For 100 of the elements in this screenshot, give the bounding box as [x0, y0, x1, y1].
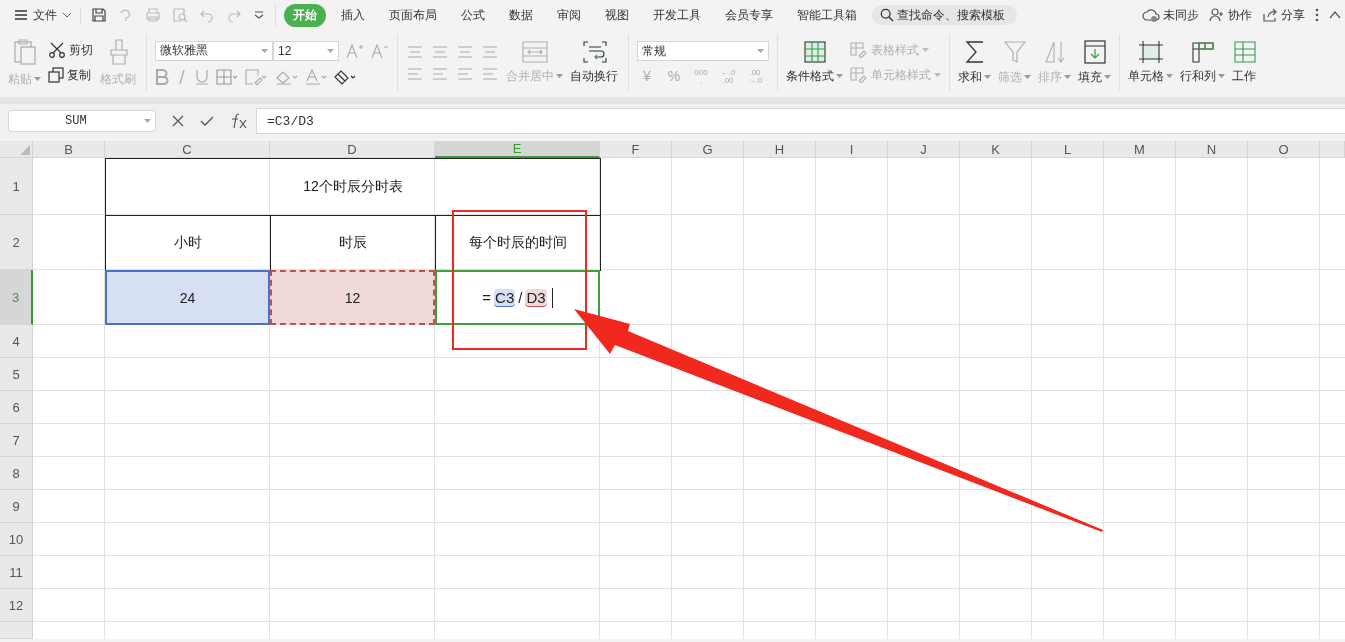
row-header[interactable]: 10 [0, 523, 33, 556]
brush-icon [108, 37, 130, 66]
tool-button[interactable]: 求和 [958, 39, 991, 86]
column-header[interactable]: I [816, 141, 888, 158]
align-icon[interactable] [456, 66, 474, 81]
ribbon-tab[interactable]: 会员专享 [716, 3, 782, 27]
italic-icon[interactable] [176, 68, 188, 85]
align-icon[interactable] [481, 66, 499, 81]
bold-icon[interactable] [155, 68, 169, 85]
select-all-corner[interactable] [0, 141, 33, 158]
conditional-format-button[interactable]: 条件格式 [786, 40, 843, 85]
row-header[interactable]: 6 [0, 391, 33, 424]
row-header[interactable]: 8 [0, 457, 33, 490]
align-icon[interactable] [431, 66, 449, 81]
spreadsheet-grid[interactable]: B C D E F G H I J K L M N O 1 2 3 4 5 6 7 8 9 10 11 12 12个时辰分时表 小时 时辰 每个时辰的时间 24 12 = C3 / D3 [0, 141, 1345, 639]
ribbon-tab[interactable]: 公式 [452, 3, 494, 27]
font-size-field[interactable]: 12 [273, 40, 339, 61]
table-cell[interactable]: 12 [270, 270, 435, 325]
column-header[interactable]: N [1176, 141, 1248, 158]
column-header[interactable]: K [960, 141, 1032, 158]
caret-icon [1166, 74, 1173, 78]
name-box[interactable]: SUM [8, 110, 156, 132]
increase-font-icon[interactable] [346, 42, 364, 59]
row-header[interactable]: 11 [0, 556, 33, 589]
column-header[interactable]: O [1248, 141, 1320, 158]
search-field[interactable]: 查找命令、搜索模板 [872, 5, 1017, 25]
ribbon-tab[interactable]: 数据 [500, 3, 542, 27]
column-header[interactable]: L [1032, 141, 1104, 158]
save-icon[interactable] [91, 7, 107, 23]
cloud-icon [1142, 8, 1160, 22]
triangle-icon [20, 145, 30, 155]
row-header[interactable]: 12 [0, 589, 33, 622]
wrap-text-button[interactable]: 自动换行 [570, 40, 620, 85]
cells-button[interactable]: 单元格 [1128, 40, 1173, 85]
align-icon[interactable] [431, 44, 449, 59]
row-header[interactable]: 1 [0, 158, 33, 215]
align-icon[interactable] [481, 44, 499, 59]
eraser-icon[interactable] [334, 68, 356, 85]
caret-icon [934, 73, 941, 77]
cancel-icon[interactable] [172, 115, 184, 127]
file-menu[interactable]: 文件 [14, 6, 81, 24]
cells-button[interactable]: 工作 [1232, 40, 1258, 85]
row-header[interactable]: 5 [0, 358, 33, 391]
column-header[interactable]: G [672, 141, 744, 158]
decrease-font-icon[interactable] [371, 42, 389, 59]
column-header[interactable]: H [744, 141, 816, 158]
align-icon[interactable] [456, 44, 474, 59]
table-cell[interactable]: 24 [105, 270, 270, 325]
header-action[interactable]: 协作 [1209, 6, 1252, 24]
font-family-field[interactable]: 微软雅黑 [155, 40, 273, 61]
copy-button[interactable]: 复制 [48, 66, 93, 84]
row-header[interactable] [0, 622, 33, 639]
column-header[interactable]: C [105, 141, 270, 158]
column-header[interactable]: B [33, 141, 105, 158]
ribbon-tab[interactable]: 插入 [332, 3, 374, 27]
table-brush-icon [850, 42, 868, 58]
confirm-icon[interactable] [200, 115, 214, 127]
cut-button[interactable]: 剪切 [48, 41, 93, 59]
font-size-value: 12 [278, 43, 292, 58]
worksheet-icon [1233, 40, 1257, 63]
ribbon-tab[interactable]: 审阅 [548, 3, 590, 27]
tool-button[interactable]: 填充 [1078, 39, 1111, 86]
caret-icon [1024, 75, 1031, 79]
ribbon-tab[interactable]: 开发工具 [644, 3, 710, 27]
header-action[interactable]: 未同步 [1142, 6, 1199, 24]
more-icon[interactable] [1315, 8, 1319, 22]
function-icon[interactable] [230, 113, 248, 129]
ribbon-tab[interactable]: 视图 [596, 3, 638, 27]
column-header[interactable]: M [1104, 141, 1176, 158]
align-icon[interactable] [406, 44, 424, 59]
row-header[interactable]: 4 [0, 325, 33, 358]
underline-icon[interactable] [195, 68, 209, 85]
filter-icon [1003, 39, 1026, 64]
name-box-value: SUM [65, 114, 87, 128]
fill-down-icon [1083, 39, 1106, 64]
row-header[interactable]: 7 [0, 424, 33, 457]
column-header[interactable]: D [270, 141, 435, 158]
cells-button[interactable]: 行和列 [1180, 40, 1225, 85]
ribbon-tab[interactable]: 智能工具箱 [788, 3, 866, 27]
column-header[interactable]: F [600, 141, 672, 158]
chevron-icon [62, 12, 72, 18]
ribbon-tab[interactable]: 页面布局 [380, 3, 446, 27]
table-title: 12个时辰分时表 [105, 158, 601, 216]
row-header[interactable]: 9 [0, 490, 33, 523]
column-header[interactable]: J [888, 141, 960, 158]
caret-icon [34, 77, 41, 81]
row-header[interactable]: 2 [0, 215, 33, 270]
column-header[interactable] [1320, 141, 1345, 158]
collapse-icon[interactable] [1329, 11, 1341, 19]
header-action[interactable]: 分享 [1262, 6, 1305, 24]
number-format-field[interactable]: 常规 [637, 41, 769, 62]
print-preview-icon[interactable] [172, 7, 188, 23]
print-icon[interactable] [145, 7, 161, 23]
customize-caret-icon[interactable] [253, 10, 265, 20]
align-icon[interactable] [406, 66, 424, 81]
font-color-icon[interactable] [305, 68, 327, 85]
borders-icon[interactable] [216, 68, 238, 85]
formula-field[interactable]: =C3/D3 [256, 108, 1345, 134]
table-brush-icon [850, 67, 868, 83]
cell-border-style-icon[interactable] [245, 68, 267, 85]
